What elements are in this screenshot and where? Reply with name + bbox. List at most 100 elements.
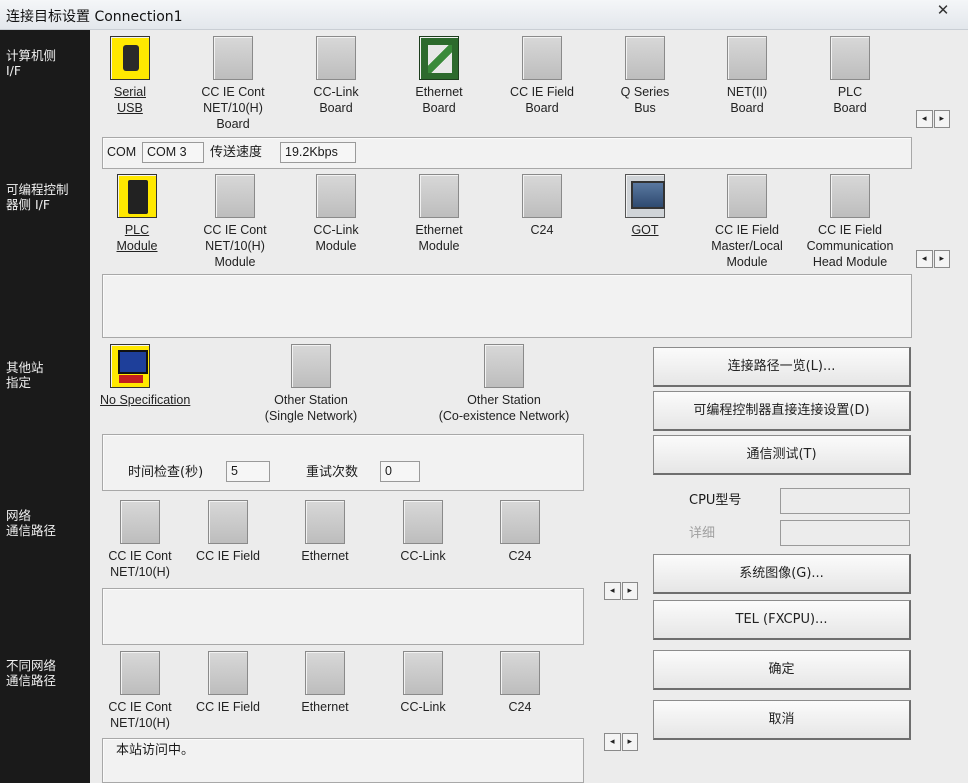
scroll-left-icon[interactable]: ◂	[604, 582, 621, 600]
plc-if-cc-ie-cont-module[interactable]: CC IE Cont NET/10(H) Module	[185, 174, 285, 270]
transfer-speed-field[interactable]: 19.2Kbps	[280, 142, 356, 163]
network-route-cc-link[interactable]: CC-Link	[373, 500, 473, 564]
detail-label: 详细	[689, 526, 716, 541]
window-title: 连接目标设置 Connection1	[6, 9, 183, 25]
ethernet-board-icon	[419, 36, 459, 80]
cc-ie-cont-module-icon	[215, 174, 255, 218]
plc-if-detail-panel	[102, 274, 912, 338]
c24-route-icon	[500, 651, 540, 695]
diff-network-route-scroll[interactable]: ◂ ▸	[604, 733, 638, 751]
cancel-button[interactable]: 取消	[653, 700, 911, 740]
transfer-speed-label: 传送速度	[210, 145, 263, 160]
cc-link-route-icon	[403, 651, 443, 695]
cc-ie-cont-route-icon	[120, 500, 160, 544]
c24-route-icon	[500, 500, 540, 544]
cc-ie-field-board-icon	[522, 36, 562, 80]
diff-network-route-cc-link[interactable]: CC-Link	[373, 651, 473, 715]
network-route-scroll[interactable]: ◂ ▸	[604, 582, 638, 600]
side-label-other-station: 其他站 指定	[6, 360, 44, 390]
cc-ie-field-master-icon	[727, 174, 767, 218]
diff-network-route-ethernet[interactable]: Ethernet	[275, 651, 375, 715]
plc-module-icon	[117, 174, 157, 218]
retry-label: 重试次数	[306, 465, 359, 480]
pc-if-cc-link-board[interactable]: CC-Link Board	[286, 36, 386, 116]
pc-if-serial-usb[interactable]: Serial USB	[80, 36, 180, 116]
serial-usb-icon	[110, 36, 150, 80]
ok-button[interactable]: 确定	[653, 650, 911, 690]
scroll-right-icon[interactable]: ▸	[621, 733, 638, 751]
other-station-single-icon	[291, 344, 331, 388]
cpu-model-field	[780, 488, 910, 514]
section-label-panel: 计算机侧 I/F 可编程控制 器侧 I/F 其他站 指定 网络 通信路径 不同网…	[0, 30, 90, 783]
pc-if-plc-board[interactable]: PLC Board	[800, 36, 900, 116]
cc-ie-cont-route-icon	[120, 651, 160, 695]
side-label-pc-if: 计算机侧 I/F	[6, 48, 57, 78]
retry-field[interactable]: 0	[380, 461, 420, 482]
title-bar: 连接目标设置 Connection1 ✕	[0, 0, 968, 30]
cc-link-board-icon	[316, 36, 356, 80]
diff-network-route-cc-ie-field[interactable]: CC IE Field	[178, 651, 278, 715]
ethernet-route-icon	[305, 500, 345, 544]
plc-board-icon	[830, 36, 870, 80]
diff-network-route-c24[interactable]: C24	[470, 651, 570, 715]
timeout-retry-panel	[102, 434, 584, 491]
cpu-model-label: CPU型号	[689, 493, 742, 508]
net-ii-board-icon	[727, 36, 767, 80]
diff-network-route-cc-ie-cont[interactable]: CC IE Cont NET/10(H)	[90, 651, 190, 731]
detail-field	[780, 520, 910, 546]
scroll-right-icon[interactable]: ▸	[933, 250, 950, 268]
other-station-no-specification[interactable]: No Specification	[94, 344, 206, 408]
network-route-c24[interactable]: C24	[470, 500, 570, 564]
network-route-cc-ie-field[interactable]: CC IE Field	[178, 500, 278, 564]
scroll-right-icon[interactable]: ▸	[621, 582, 638, 600]
timeout-label: 时间检查(秒)	[128, 465, 204, 480]
pc-if-cc-ie-cont-board[interactable]: CC IE Cont NET/10(H) Board	[183, 36, 283, 132]
com-port-field[interactable]: COM 3	[142, 142, 204, 163]
side-label-plc-if: 可编程控制 器侧 I/F	[6, 182, 69, 212]
network-route-ethernet[interactable]: Ethernet	[275, 500, 375, 564]
plc-if-cc-ie-field-head[interactable]: CC IE Field Communication Head Module	[793, 174, 907, 270]
plc-if-ethernet-module[interactable]: Ethernet Module	[389, 174, 489, 254]
scroll-right-icon[interactable]: ▸	[933, 110, 950, 128]
ethernet-module-icon	[419, 174, 459, 218]
pc-if-q-series-bus[interactable]: Q Series Bus	[595, 36, 695, 116]
plc-if-cc-link-module[interactable]: CC-Link Module	[286, 174, 386, 254]
c24-icon	[522, 174, 562, 218]
close-icon[interactable]: ✕	[918, 0, 968, 22]
communication-test-button[interactable]: 通信测试(T)	[653, 435, 911, 475]
status-text: 本站访问中。	[116, 743, 195, 758]
other-station-single-network[interactable]: Other Station (Single Network)	[260, 344, 362, 424]
timeout-field[interactable]: 5	[226, 461, 270, 482]
cc-ie-field-head-icon	[830, 174, 870, 218]
plc-if-c24[interactable]: C24	[492, 174, 592, 238]
com-label: COM	[107, 145, 137, 159]
plc-if-plc-module[interactable]: PLC Module	[87, 174, 187, 254]
network-route-detail-panel	[102, 588, 584, 645]
route-list-button[interactable]: 连接路径一览(L)...	[653, 347, 911, 387]
plc-if-got[interactable]: GOT	[595, 174, 695, 238]
other-station-coexist-icon	[484, 344, 524, 388]
system-image-button[interactable]: 系统图像(G)...	[653, 554, 911, 594]
network-route-cc-ie-cont[interactable]: CC IE Cont NET/10(H)	[90, 500, 190, 580]
scroll-left-icon[interactable]: ◂	[604, 733, 621, 751]
cc-ie-field-route-icon	[208, 651, 248, 695]
cc-ie-field-route-icon	[208, 500, 248, 544]
pc-if-scroll[interactable]: ◂ ▸	[916, 110, 950, 128]
cc-link-route-icon	[403, 500, 443, 544]
plc-direct-connection-button[interactable]: 可编程控制器直接连接设置(D)	[653, 391, 911, 431]
pc-if-ethernet-board[interactable]: Ethernet Board	[389, 36, 489, 116]
connection-settings-content: Serial USB CC IE Cont NET/10(H) Board CC…	[90, 30, 968, 783]
ethernet-route-icon	[305, 651, 345, 695]
other-station-coexist-network[interactable]: Other Station (Co-existence Network)	[424, 344, 584, 424]
plc-if-scroll[interactable]: ◂ ▸	[916, 250, 950, 268]
cc-ie-cont-board-icon	[213, 36, 253, 80]
scroll-left-icon[interactable]: ◂	[916, 110, 933, 128]
pc-if-net-ii-board[interactable]: NET(II) Board	[697, 36, 797, 116]
no-specification-icon	[110, 344, 150, 388]
pc-if-cc-ie-field-board[interactable]: CC IE Field Board	[492, 36, 592, 116]
side-label-network-route: 网络 通信路径	[6, 508, 57, 538]
plc-if-cc-ie-field-master[interactable]: CC IE Field Master/Local Module	[697, 174, 797, 270]
scroll-left-icon[interactable]: ◂	[916, 250, 933, 268]
tel-fxcpu-button[interactable]: TEL (FXCPU)...	[653, 600, 911, 640]
q-series-bus-icon	[625, 36, 665, 80]
